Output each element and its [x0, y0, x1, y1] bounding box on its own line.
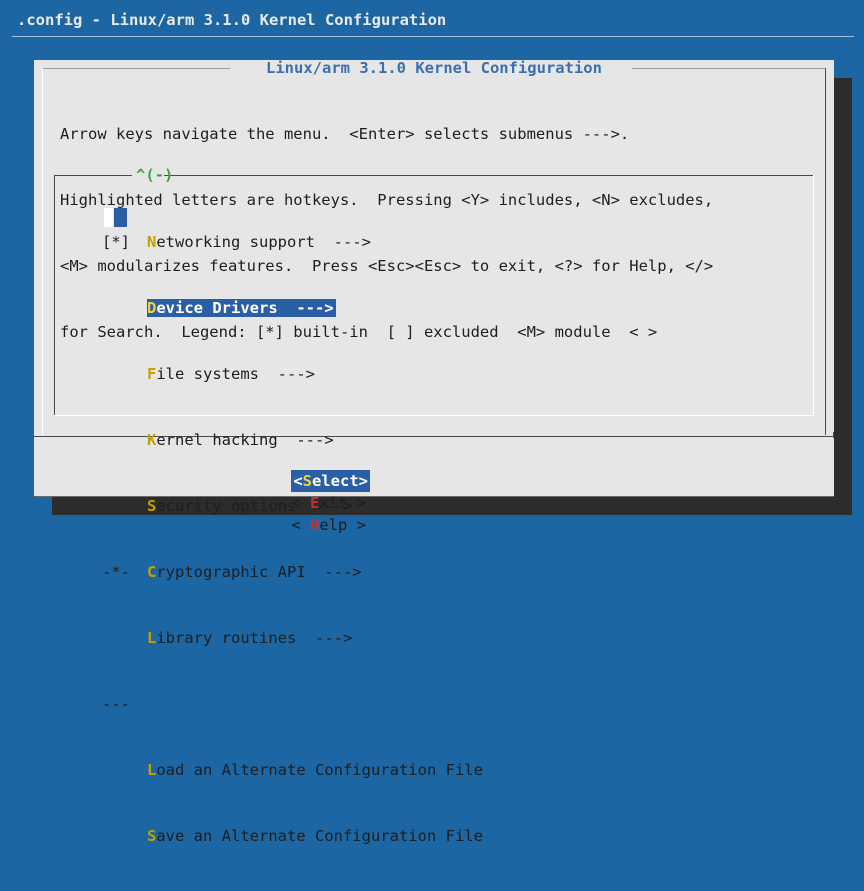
menu-item-load-config[interactable]: Load an Alternate Configuration File — [102, 759, 483, 781]
menu-item-hotkey: L — [147, 761, 157, 779]
menu-item-hotkey: L — [147, 629, 157, 647]
menu-item-prefix: [*] — [102, 233, 130, 251]
title-divider — [12, 36, 854, 37]
menu-item-file-systems[interactable]: File systems ---> — [102, 363, 483, 385]
menu-item-hotkey: F — [147, 365, 157, 383]
scroll-up-indicator[interactable]: ^(-) — [136, 164, 173, 186]
window-title: .config - Linux/arm 3.1.0 Kernel Configu… — [17, 11, 447, 29]
menu-item-save-config[interactable]: Save an Alternate Configuration File — [102, 825, 483, 847]
menu-item-label: oad an Alternate Configuration File — [156, 761, 483, 779]
menu-item-device-drivers[interactable]: Device Drivers ---> — [102, 297, 483, 319]
menu-item-label: ile systems ---> — [156, 365, 315, 383]
dialog-title: Linux/arm 3.1.0 Kernel Configuration — [266, 59, 602, 77]
config-dialog: Linux/arm 3.1.0 Kernel Configuration Arr… — [34, 59, 834, 845]
cursor-block — [104, 208, 113, 227]
menu-item-hotkey: K — [147, 431, 157, 449]
menu-item-prefix: -*- — [102, 563, 130, 581]
menu-item-hotkey: S — [147, 497, 157, 515]
exit-button[interactable]: < Exit > — [291, 492, 366, 514]
menu-item-hotkey: C — [147, 563, 157, 581]
menu-item-hotkey: N — [147, 233, 157, 251]
selection-bar — [114, 208, 127, 227]
menu-item-label: evice Drivers ---> — [156, 299, 334, 317]
help-button[interactable]: < Help > — [291, 514, 366, 536]
menu-item-label: ibrary routines ---> — [156, 629, 353, 647]
menu-item-label: ave an Alternate Configuration File — [156, 827, 483, 845]
menu-item-hotkey: D — [147, 299, 157, 317]
menu-item-label: etworking support ---> — [156, 233, 371, 251]
button-row: <Select> < Exit > < Help > — [254, 448, 396, 558]
help-line: Arrow keys navigate the menu. <Enter> se… — [60, 125, 630, 143]
menu-item-label: ryptographic API ---> — [156, 563, 362, 581]
menu-item-hotkey: S — [147, 827, 157, 845]
select-button[interactable]: <Select> — [291, 470, 371, 492]
menu-item-cryptographic-api[interactable]: -*- Cryptographic API ---> — [102, 561, 483, 583]
menu-box: ^(-) [*] Networking support ---> Device D… — [54, 166, 814, 845]
menu-item-library-routines[interactable]: Library routines ---> — [102, 627, 483, 649]
menu-item-networking-support[interactable]: [*] Networking support ---> — [102, 231, 483, 253]
menu-item-label: ernel hacking ---> — [156, 431, 334, 449]
menu-separator: --- — [102, 693, 483, 715]
menu-separator-text: --- — [102, 695, 130, 713]
